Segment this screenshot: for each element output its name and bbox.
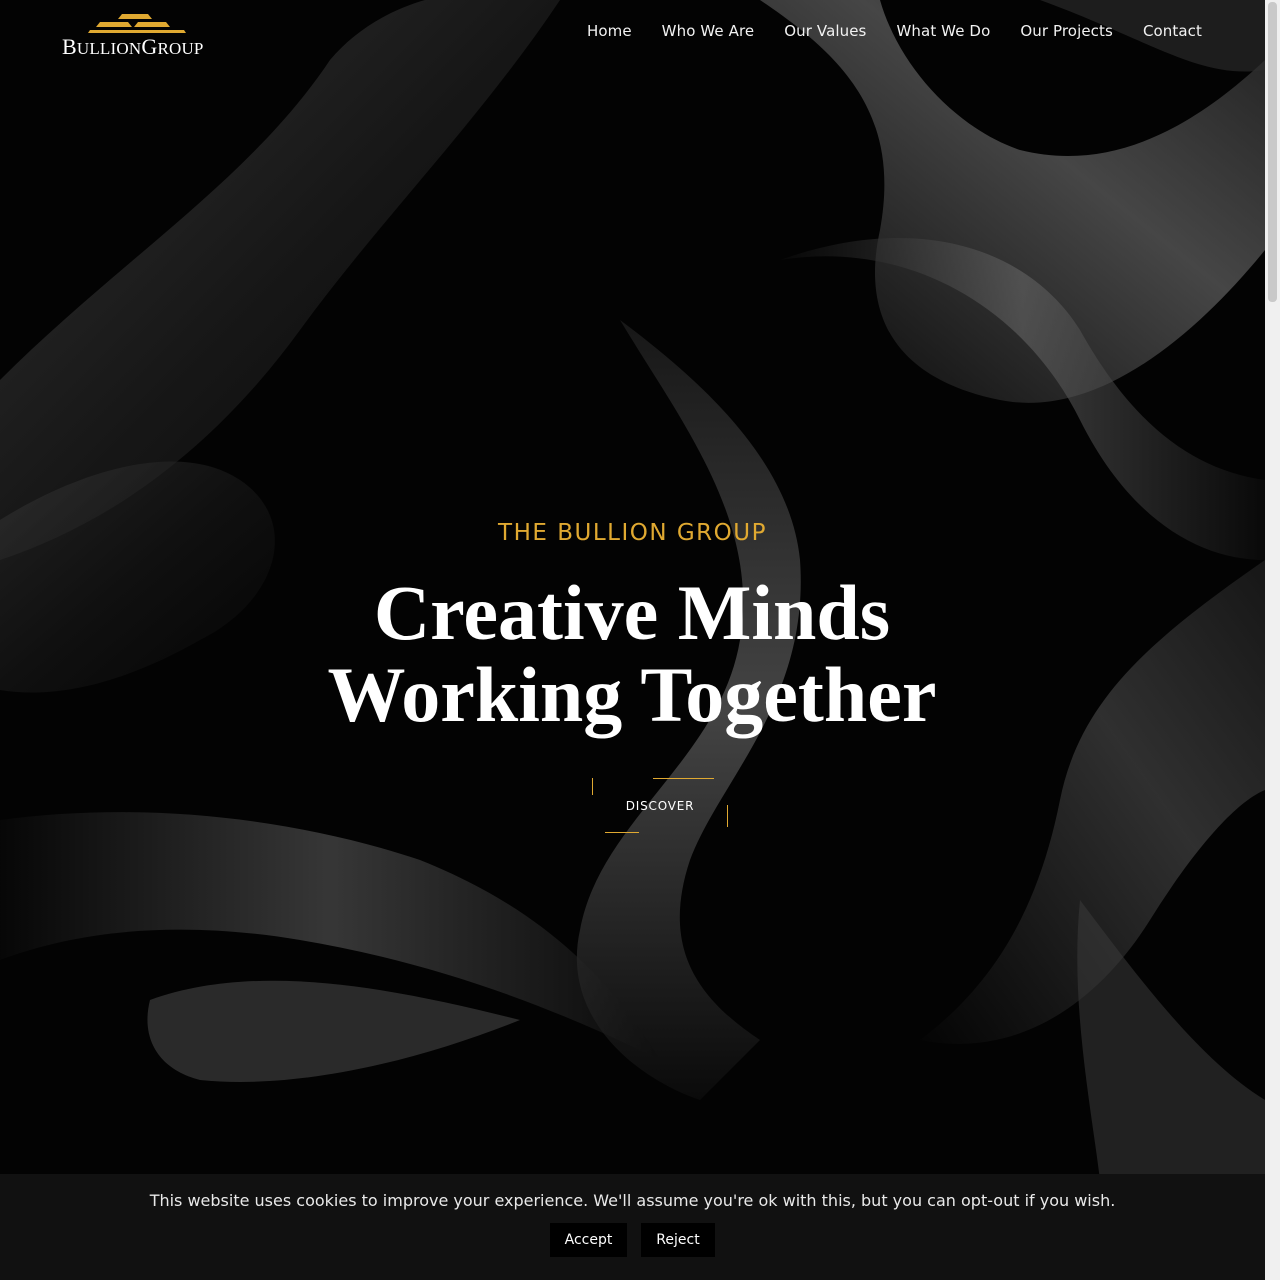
discover-frame-line [727, 805, 728, 827]
logo-wordmark: BULLIONGROUP [62, 34, 222, 60]
nav-item-our-projects[interactable]: Our Projects [1020, 22, 1113, 40]
discover-frame-line [653, 778, 714, 779]
accept-cookies-button[interactable]: Accept [550, 1223, 627, 1257]
hero-title-line-1: Creative Minds [373, 569, 891, 656]
nav-item-our-values[interactable]: Our Values [784, 22, 866, 40]
discover-label: DISCOVER [625, 799, 695, 813]
reject-cookies-button[interactable]: Reject [641, 1223, 715, 1257]
nav-item-what-we-do[interactable]: What We Do [896, 22, 990, 40]
discover-frame-line [605, 832, 639, 833]
logo-word-roup: ROUP [157, 39, 204, 58]
cookie-message: This website uses cookies to improve you… [149, 1191, 1116, 1210]
site-header: BULLIONGROUP Home Who We Are Our Values … [0, 0, 1265, 64]
cookie-actions: Accept Reject [550, 1223, 715, 1257]
page-scrollbar[interactable] [1265, 0, 1280, 1280]
gold-bars-icon [88, 14, 186, 33]
hero-title-line-2: Working Together [327, 651, 937, 738]
bullion-group-logo[interactable]: BULLIONGROUP [62, 12, 214, 59]
nav-item-contact[interactable]: Contact [1143, 22, 1202, 40]
cookie-consent-bar: This website uses cookies to improve you… [0, 1174, 1265, 1280]
logo-letter-b: B [62, 34, 77, 59]
nav-item-who-we-are[interactable]: Who We Are [662, 22, 755, 40]
scrollbar-thumb[interactable] [1268, 2, 1277, 302]
discover-button[interactable]: DISCOVER [592, 778, 728, 834]
logo-letter-g: G [141, 34, 158, 59]
discover-frame-line [592, 778, 593, 795]
main-nav: Home Who We Are Our Values What We Do Ou… [587, 22, 1202, 40]
nav-item-home[interactable]: Home [587, 22, 632, 40]
hero-title: Creative Minds Working Together [0, 572, 1265, 736]
page: BULLIONGROUP Home Who We Are Our Values … [0, 0, 1265, 1280]
logo-word-ullion: ULLION [76, 39, 142, 58]
hero-eyebrow: THE BULLION GROUP [498, 520, 767, 546]
